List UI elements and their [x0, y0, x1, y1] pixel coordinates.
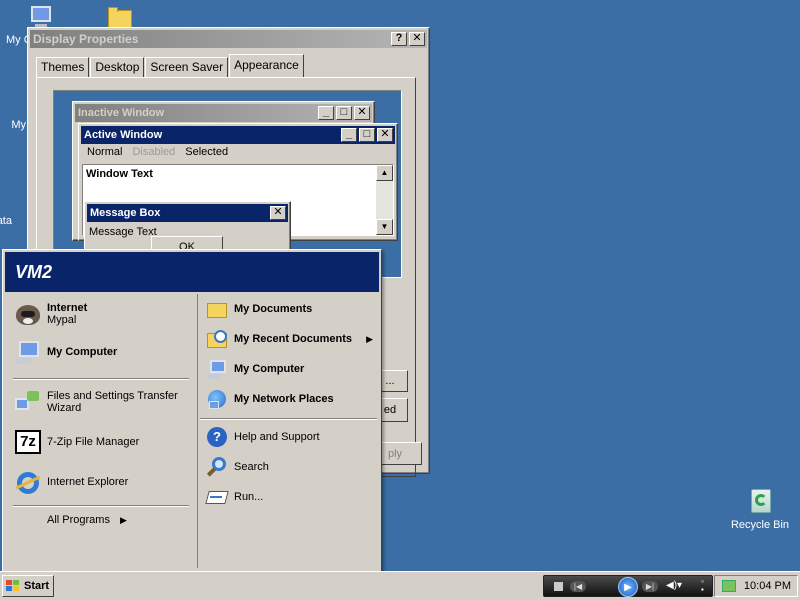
- search-label: Search: [234, 461, 269, 473]
- my-computer-label: My Computer: [234, 363, 305, 375]
- separator: [13, 505, 189, 507]
- menu-disabled: Disabled: [132, 146, 176, 158]
- transfer-wizard-label: Files and Settings Transfer: [47, 390, 178, 402]
- 7zip-label: 7-Zip File Manager: [47, 436, 140, 448]
- windows-logo-icon: [6, 580, 20, 592]
- ie-label: Internet Explorer: [47, 476, 129, 488]
- arrow-right-icon: ▶: [119, 514, 127, 525]
- start-menu-user-header: VM2: [5, 252, 379, 292]
- right-search[interactable]: Search: [206, 456, 373, 478]
- user-name: VM2: [15, 262, 53, 282]
- window-text: Window Text: [86, 168, 153, 180]
- tab-themes[interactable]: Themes: [36, 57, 90, 77]
- active-window-title: Active Window: [84, 129, 163, 141]
- desktop-icon-label: Recycle Bin: [730, 519, 790, 531]
- scroll-up-icon: ▲: [376, 165, 393, 181]
- separator: [13, 378, 189, 380]
- display-properties-titlebar[interactable]: Display Properties ? ✕: [30, 30, 427, 48]
- start-menu-places: My Documents My Recent Documents ▶ My Co…: [197, 294, 379, 568]
- message-box-title: Message Box: [90, 207, 161, 219]
- close-button: ✕: [270, 206, 286, 220]
- data-icon: [0, 180, 21, 212]
- my-computer-icon: [13, 338, 41, 366]
- play-icon[interactable]: ▶: [618, 577, 638, 597]
- close-button: ✕: [354, 106, 370, 120]
- menu-normal: Normal: [87, 146, 123, 158]
- my-documents-label: My Documents: [234, 303, 313, 315]
- pinned-my-computer[interactable]: My Computer: [13, 338, 117, 366]
- tab-desktop[interactable]: Desktop: [90, 57, 145, 77]
- start-label: Start: [24, 580, 50, 592]
- pinned-internet-title: Internet: [47, 302, 88, 314]
- window-title: Display Properties: [33, 32, 139, 46]
- previous-icon[interactable]: |◀: [570, 581, 586, 592]
- right-help-and-support[interactable]: ? Help and Support: [206, 426, 373, 448]
- pinned-internet-subtitle: Mypal: [47, 314, 77, 326]
- my-computer-icon: [206, 358, 228, 380]
- right-my-documents[interactable]: My Documents: [206, 298, 373, 320]
- inactive-window-title: Inactive Window: [78, 107, 165, 119]
- recent-7zip[interactable]: 7z 7-Zip File Manager: [13, 428, 139, 456]
- right-my-computer[interactable]: My Computer: [206, 358, 373, 380]
- message-text: Message Text: [89, 226, 157, 238]
- separator: [200, 418, 377, 420]
- my-network-places-label: My Network Places: [234, 393, 334, 405]
- 7zip-icon: 7z: [13, 428, 41, 456]
- run-label: Run...: [234, 491, 264, 503]
- menu-selected: Selected: [185, 146, 229, 158]
- recent-transfer-wizard[interactable]: Files and Settings Transfer Wizard: [13, 388, 178, 416]
- start-menu-programs: Internet Mypal My Computer Files and Set…: [7, 294, 195, 568]
- active-titlebar: Active Window _ □ ✕: [81, 126, 395, 144]
- right-my-network-places[interactable]: My Network Places: [206, 388, 373, 410]
- pinned-internet[interactable]: Internet Mypal: [13, 300, 87, 328]
- network-icon: [206, 388, 228, 410]
- preview-menu-bar: Normal Disabled Selected: [83, 146, 232, 158]
- volume-icon[interactable]: ◀)▾: [666, 580, 682, 591]
- taskbar: Start |◀ ▶ ▶| ◀)▾ ▫ ▪ 10:04 PM: [0, 571, 800, 600]
- pinned-my-computer-title: My Computer: [47, 346, 118, 358]
- message-box-titlebar: Message Box ✕: [87, 204, 288, 222]
- tab-screen-saver[interactable]: Screen Saver: [145, 57, 229, 77]
- maximize-button: □: [359, 128, 375, 142]
- ie-icon: [13, 468, 41, 496]
- start-menu: VM2 Internet Mypal My Computer Files and…: [2, 249, 382, 573]
- preview-scrollbar: ▲ ▼: [376, 165, 393, 235]
- all-programs-label: All Programs: [47, 514, 110, 526]
- close-button: ✕: [377, 128, 393, 142]
- right-my-recent-documents[interactable]: My Recent Documents ▶: [206, 328, 373, 350]
- recent-internet-explorer[interactable]: Internet Explorer: [13, 468, 128, 496]
- network-tray-icon[interactable]: [721, 580, 736, 592]
- transfer-wizard-icon: [13, 388, 41, 416]
- my-recent-documents-label: My Recent Documents: [234, 333, 352, 345]
- next-icon[interactable]: ▶|: [642, 581, 658, 592]
- minimize-button: _: [318, 106, 334, 120]
- restore-player-icon[interactable]: ▫ ▪: [701, 578, 711, 594]
- clock[interactable]: 10:04 PM: [744, 580, 791, 592]
- submenu-arrow-icon: ▶: [366, 333, 373, 344]
- mypal-icon: [13, 300, 41, 328]
- tab-strip: Themes Desktop Screen Saver Appearance: [36, 54, 305, 77]
- close-button[interactable]: ✕: [409, 32, 425, 46]
- start-button[interactable]: Start: [2, 575, 54, 597]
- inactive-titlebar: Inactive Window _ □ ✕: [75, 104, 372, 122]
- search-icon: [206, 456, 228, 478]
- help-icon: ?: [206, 426, 228, 448]
- media-player-toolbar: |◀ ▶ ▶| ◀)▾ ▫ ▪: [543, 575, 713, 597]
- recycle-bin-icon: [744, 484, 776, 516]
- all-programs-button[interactable]: All Programs ▶: [47, 514, 127, 526]
- transfer-wizard-label-2: Wizard: [47, 402, 82, 414]
- right-run[interactable]: Run...: [205, 486, 373, 508]
- stop-icon[interactable]: [554, 582, 563, 591]
- folder-icon: [206, 298, 228, 320]
- tab-appearance[interactable]: Appearance: [229, 54, 304, 77]
- help-and-support-label: Help and Support: [234, 431, 320, 443]
- scroll-down-icon: ▼: [376, 219, 393, 235]
- desktop-icon-recycle-bin[interactable]: Recycle Bin: [725, 484, 795, 531]
- run-icon: [205, 486, 229, 508]
- help-button[interactable]: ?: [391, 32, 407, 46]
- recent-docs-icon: [206, 328, 228, 350]
- system-tray: 10:04 PM: [714, 575, 798, 597]
- maximize-button: □: [336, 106, 352, 120]
- minimize-button: _: [341, 128, 357, 142]
